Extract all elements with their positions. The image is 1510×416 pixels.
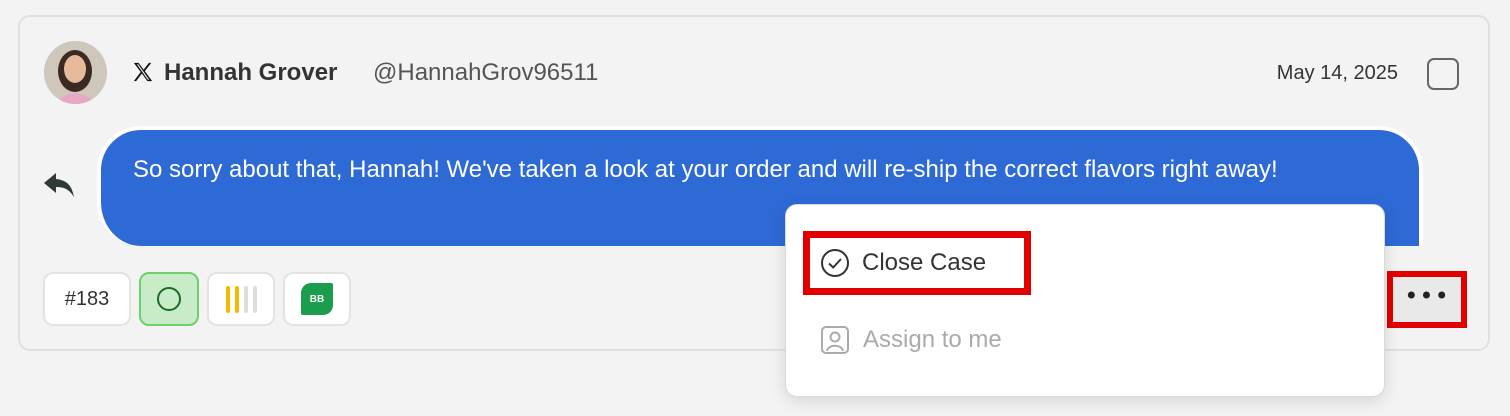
x-logo-icon — [133, 62, 153, 82]
check-circle-icon — [821, 249, 849, 277]
actions-menu: Close Case Assign to me — [785, 204, 1385, 397]
avatar[interactable] — [44, 41, 107, 104]
more-options-button[interactable]: ••• — [1387, 271, 1467, 328]
priority-bar — [243, 285, 248, 313]
brand-tag[interactable]: BB — [283, 272, 351, 326]
status-open-icon — [157, 287, 181, 311]
close-case-label: Close Case — [862, 249, 987, 276]
ellipsis-icon: ••• — [1404, 281, 1450, 310]
brand-logo-icon: BB — [301, 283, 333, 315]
post-date: May 14, 2025 — [1276, 62, 1398, 84]
case-number-tag[interactable]: #183 — [43, 272, 131, 326]
user-card-icon — [821, 326, 849, 354]
priority-bar — [234, 285, 239, 313]
assign-to-me-menu-item[interactable]: Assign to me — [820, 325, 1002, 355]
author-handle[interactable]: @HannahGrov96511 — [373, 59, 598, 87]
reply-icon — [44, 173, 74, 197]
author-name[interactable]: Hannah Grover — [164, 59, 337, 87]
close-case-menu-item[interactable]: Close Case — [803, 231, 1031, 295]
select-checkbox[interactable] — [1427, 58, 1459, 90]
status-tag[interactable] — [139, 272, 199, 326]
priority-bar — [252, 285, 257, 313]
priority-tag[interactable] — [207, 272, 275, 326]
priority-bar — [225, 285, 230, 313]
assign-to-me-label: Assign to me — [863, 326, 1002, 353]
